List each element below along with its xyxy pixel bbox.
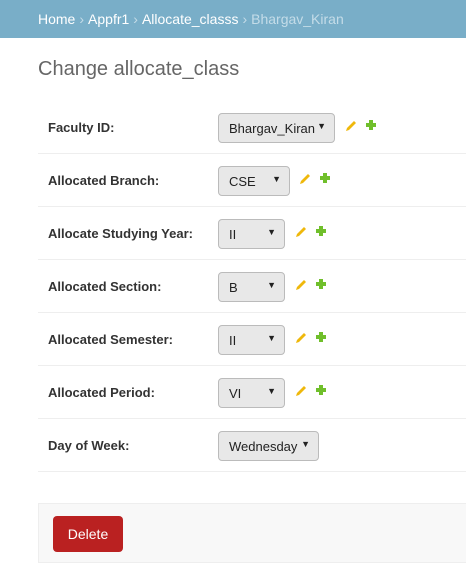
faculty-id-value: Bhargav_Kiran: [229, 121, 315, 136]
breadcrumb-separator: ›: [79, 11, 85, 27]
chevron-down-icon: ▼: [272, 174, 281, 184]
day-of-week-label: Day of Week:: [48, 438, 130, 453]
day-of-week-select[interactable]: Wednesday ▼: [218, 431, 319, 461]
form-row-studying-year: Allocate Studying Year: II ▼: [38, 207, 466, 260]
chevron-down-icon: ▼: [317, 121, 326, 131]
chevron-down-icon: ▼: [267, 333, 276, 343]
plus-icon[interactable]: [314, 277, 328, 291]
chevron-down-icon: ▼: [301, 439, 310, 449]
form-row-allocated-section: Allocated Section: B ▼: [38, 260, 466, 313]
allocated-section-value: B: [229, 280, 238, 295]
allocated-period-value: VI: [229, 386, 242, 401]
allocated-semester-value: II: [229, 333, 237, 348]
allocated-branch-label: Allocated Branch:: [48, 173, 160, 188]
plus-icon[interactable]: [318, 171, 332, 185]
breadcrumb-separator: ›: [242, 11, 248, 27]
breadcrumb-model-link[interactable]: Allocate_classs: [142, 11, 239, 27]
allocated-period-label: Allocated Period:: [48, 385, 155, 400]
pencil-icon[interactable]: [298, 172, 312, 186]
form-row-allocated-period: Allocated Period: VI ▼: [38, 366, 466, 419]
studying-year-select[interactable]: II ▼: [218, 219, 285, 249]
chevron-down-icon: ▼: [267, 280, 276, 290]
chevron-down-icon: ▼: [267, 386, 276, 396]
pencil-icon[interactable]: [294, 278, 308, 292]
faculty-id-select[interactable]: Bhargav_Kiran ▼: [218, 113, 335, 143]
pencil-icon[interactable]: [294, 331, 308, 345]
studying-year-label: Allocate Studying Year:: [48, 226, 193, 241]
pencil-icon[interactable]: [294, 384, 308, 398]
plus-icon[interactable]: [314, 383, 328, 397]
breadcrumb: Home › Appfr1 › Allocate_classs › Bhargav_Kira…: [0, 0, 466, 38]
day-of-week-value: Wednesday: [229, 439, 298, 454]
allocated-branch-value: CSE: [229, 174, 256, 189]
faculty-id-label: Faculty ID:: [48, 120, 115, 135]
plus-icon[interactable]: [314, 224, 328, 238]
pencil-icon[interactable]: [344, 119, 358, 133]
allocated-semester-select[interactable]: II ▼: [218, 325, 285, 355]
plus-icon[interactable]: [314, 330, 328, 344]
breadcrumb-home-link[interactable]: Home: [38, 11, 75, 27]
allocated-section-select[interactable]: B ▼: [218, 272, 285, 302]
form-row-faculty-id: Faculty ID: Bhargav_Kiran ▼: [38, 101, 466, 154]
plus-icon[interactable]: [364, 118, 378, 132]
allocated-period-select[interactable]: VI ▼: [218, 378, 285, 408]
allocated-section-label: Allocated Section:: [48, 279, 162, 294]
submit-row: Delete: [38, 503, 466, 563]
breadcrumb-app-link[interactable]: Appfr1: [88, 11, 129, 27]
allocated-branch-select[interactable]: CSE ▼: [218, 166, 290, 196]
page-title: Change allocate_class: [38, 58, 240, 80]
pencil-icon[interactable]: [294, 225, 308, 239]
chevron-down-icon: ▼: [267, 227, 276, 237]
form-row-allocated-semester: Allocated Semester: II ▼: [38, 313, 466, 366]
breadcrumb-separator: ›: [133, 11, 138, 27]
form-row-day-of-week: Day of Week: Wednesday ▼: [38, 419, 466, 472]
allocated-semester-label: Allocated Semester:: [48, 332, 173, 347]
delete-button[interactable]: Delete: [53, 516, 123, 552]
studying-year-value: II: [229, 227, 237, 242]
form-row-allocated-branch: Allocated Branch: CSE ▼: [38, 154, 466, 207]
breadcrumb-current: Bhargav_Kiran: [251, 11, 344, 27]
